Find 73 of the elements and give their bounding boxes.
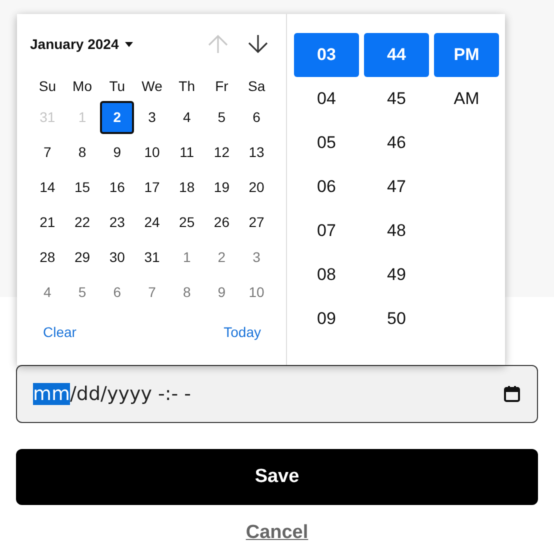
weekday-label: Fr — [215, 76, 228, 96]
day-cell[interactable]: 20 — [240, 171, 274, 204]
day-cell[interactable]: 6 — [100, 276, 134, 309]
day-cell[interactable]: 12 — [204, 136, 239, 169]
month-year-selector[interactable]: January 2024 — [30, 34, 133, 54]
day-cell[interactable]: 9 — [100, 136, 134, 169]
time-option[interactable]: 06 — [294, 165, 359, 209]
time-option[interactable]: PM — [434, 33, 499, 77]
time-option[interactable]: 48 — [364, 209, 429, 253]
day-cell[interactable]: 2 — [204, 241, 239, 274]
day-cell[interactable]: 26 — [204, 206, 239, 239]
weekday-label: Mo — [72, 76, 92, 96]
day-cell[interactable]: 27 — [240, 206, 274, 239]
day-cell[interactable]: 4 — [30, 276, 64, 309]
time-option[interactable]: 05 — [294, 121, 359, 165]
day-cell[interactable]: 21 — [30, 206, 64, 239]
time-option[interactable]: 49 — [364, 253, 429, 297]
time-option[interactable]: 50 — [364, 297, 429, 341]
day-cell[interactable]: 16 — [100, 171, 134, 204]
time-option[interactable]: 44 — [364, 33, 429, 77]
time-option[interactable]: 46 — [364, 121, 429, 165]
day-cell[interactable]: 5 — [204, 101, 239, 134]
day-cell[interactable]: 28 — [30, 241, 64, 274]
day-cell[interactable]: 31 — [134, 241, 169, 274]
time-option[interactable]: AM — [434, 77, 499, 121]
day-cell[interactable]: 11 — [170, 136, 204, 169]
day-cell[interactable]: 29 — [65, 241, 100, 274]
down-arrow-icon[interactable] — [247, 33, 269, 55]
day-cell[interactable]: 25 — [170, 206, 204, 239]
day-cell[interactable]: 3 — [240, 241, 274, 274]
weekday-label: Su — [38, 76, 56, 96]
day-cell[interactable]: 23 — [100, 206, 134, 239]
day-cell[interactable]: 17 — [134, 171, 169, 204]
time-option[interactable]: 47 — [364, 165, 429, 209]
time-option[interactable]: 07 — [294, 209, 359, 253]
day-cell[interactable]: 24 — [134, 206, 169, 239]
weekday-label: Th — [178, 76, 196, 96]
day-cell[interactable]: 3 — [134, 101, 169, 134]
clear-button[interactable]: Clear — [43, 322, 76, 343]
time-option[interactable]: 08 — [294, 253, 359, 297]
day-cell[interactable]: 7 — [30, 136, 64, 169]
time-option[interactable]: 45 — [364, 77, 429, 121]
day-cell[interactable]: 19 — [204, 171, 239, 204]
caret-icon — [124, 42, 133, 46]
weekday-label: We — [142, 76, 162, 96]
day-cell[interactable]: 10 — [134, 136, 169, 169]
today-button[interactable]: Today — [224, 322, 261, 343]
time-option[interactable]: 04 — [294, 77, 359, 121]
day-cell[interactable]: 4 — [170, 101, 204, 134]
day-cell[interactable]: 7 — [134, 276, 169, 309]
time-option[interactable]: 09 — [294, 297, 359, 341]
day-cell[interactable]: 2 — [100, 101, 134, 134]
day-cell[interactable]: 5 — [65, 276, 100, 309]
day-cell[interactable]: 8 — [65, 136, 100, 169]
day-cell[interactable]: 1 — [170, 241, 204, 274]
cancel-link[interactable]: Cancel — [246, 519, 308, 548]
day-cell[interactable]: 14 — [30, 171, 64, 204]
day-cell[interactable]: 8 — [170, 276, 204, 309]
date-time-field[interactable]: mm/dd/yyyy -:- - — [16, 365, 538, 423]
day-cell[interactable]: 30 — [100, 241, 134, 274]
day-cell[interactable]: 9 — [204, 276, 239, 309]
day-cell[interactable]: 6 — [240, 101, 274, 134]
date-time-value: mm/dd/yyyy -:- - — [33, 382, 192, 407]
day-cell[interactable]: 22 — [65, 206, 100, 239]
time-option[interactable]: 03 — [294, 33, 359, 77]
day-cell[interactable]: 10 — [240, 276, 274, 309]
save-button[interactable]: Save — [16, 449, 538, 505]
calendar-icon[interactable] — [503, 385, 521, 403]
day-cell[interactable]: 13 — [240, 136, 274, 169]
weekday-label: Sa — [248, 76, 266, 96]
weekday-label: Tu — [109, 76, 126, 96]
day-cell[interactable]: 18 — [170, 171, 204, 204]
day-cell[interactable]: 15 — [65, 171, 100, 204]
